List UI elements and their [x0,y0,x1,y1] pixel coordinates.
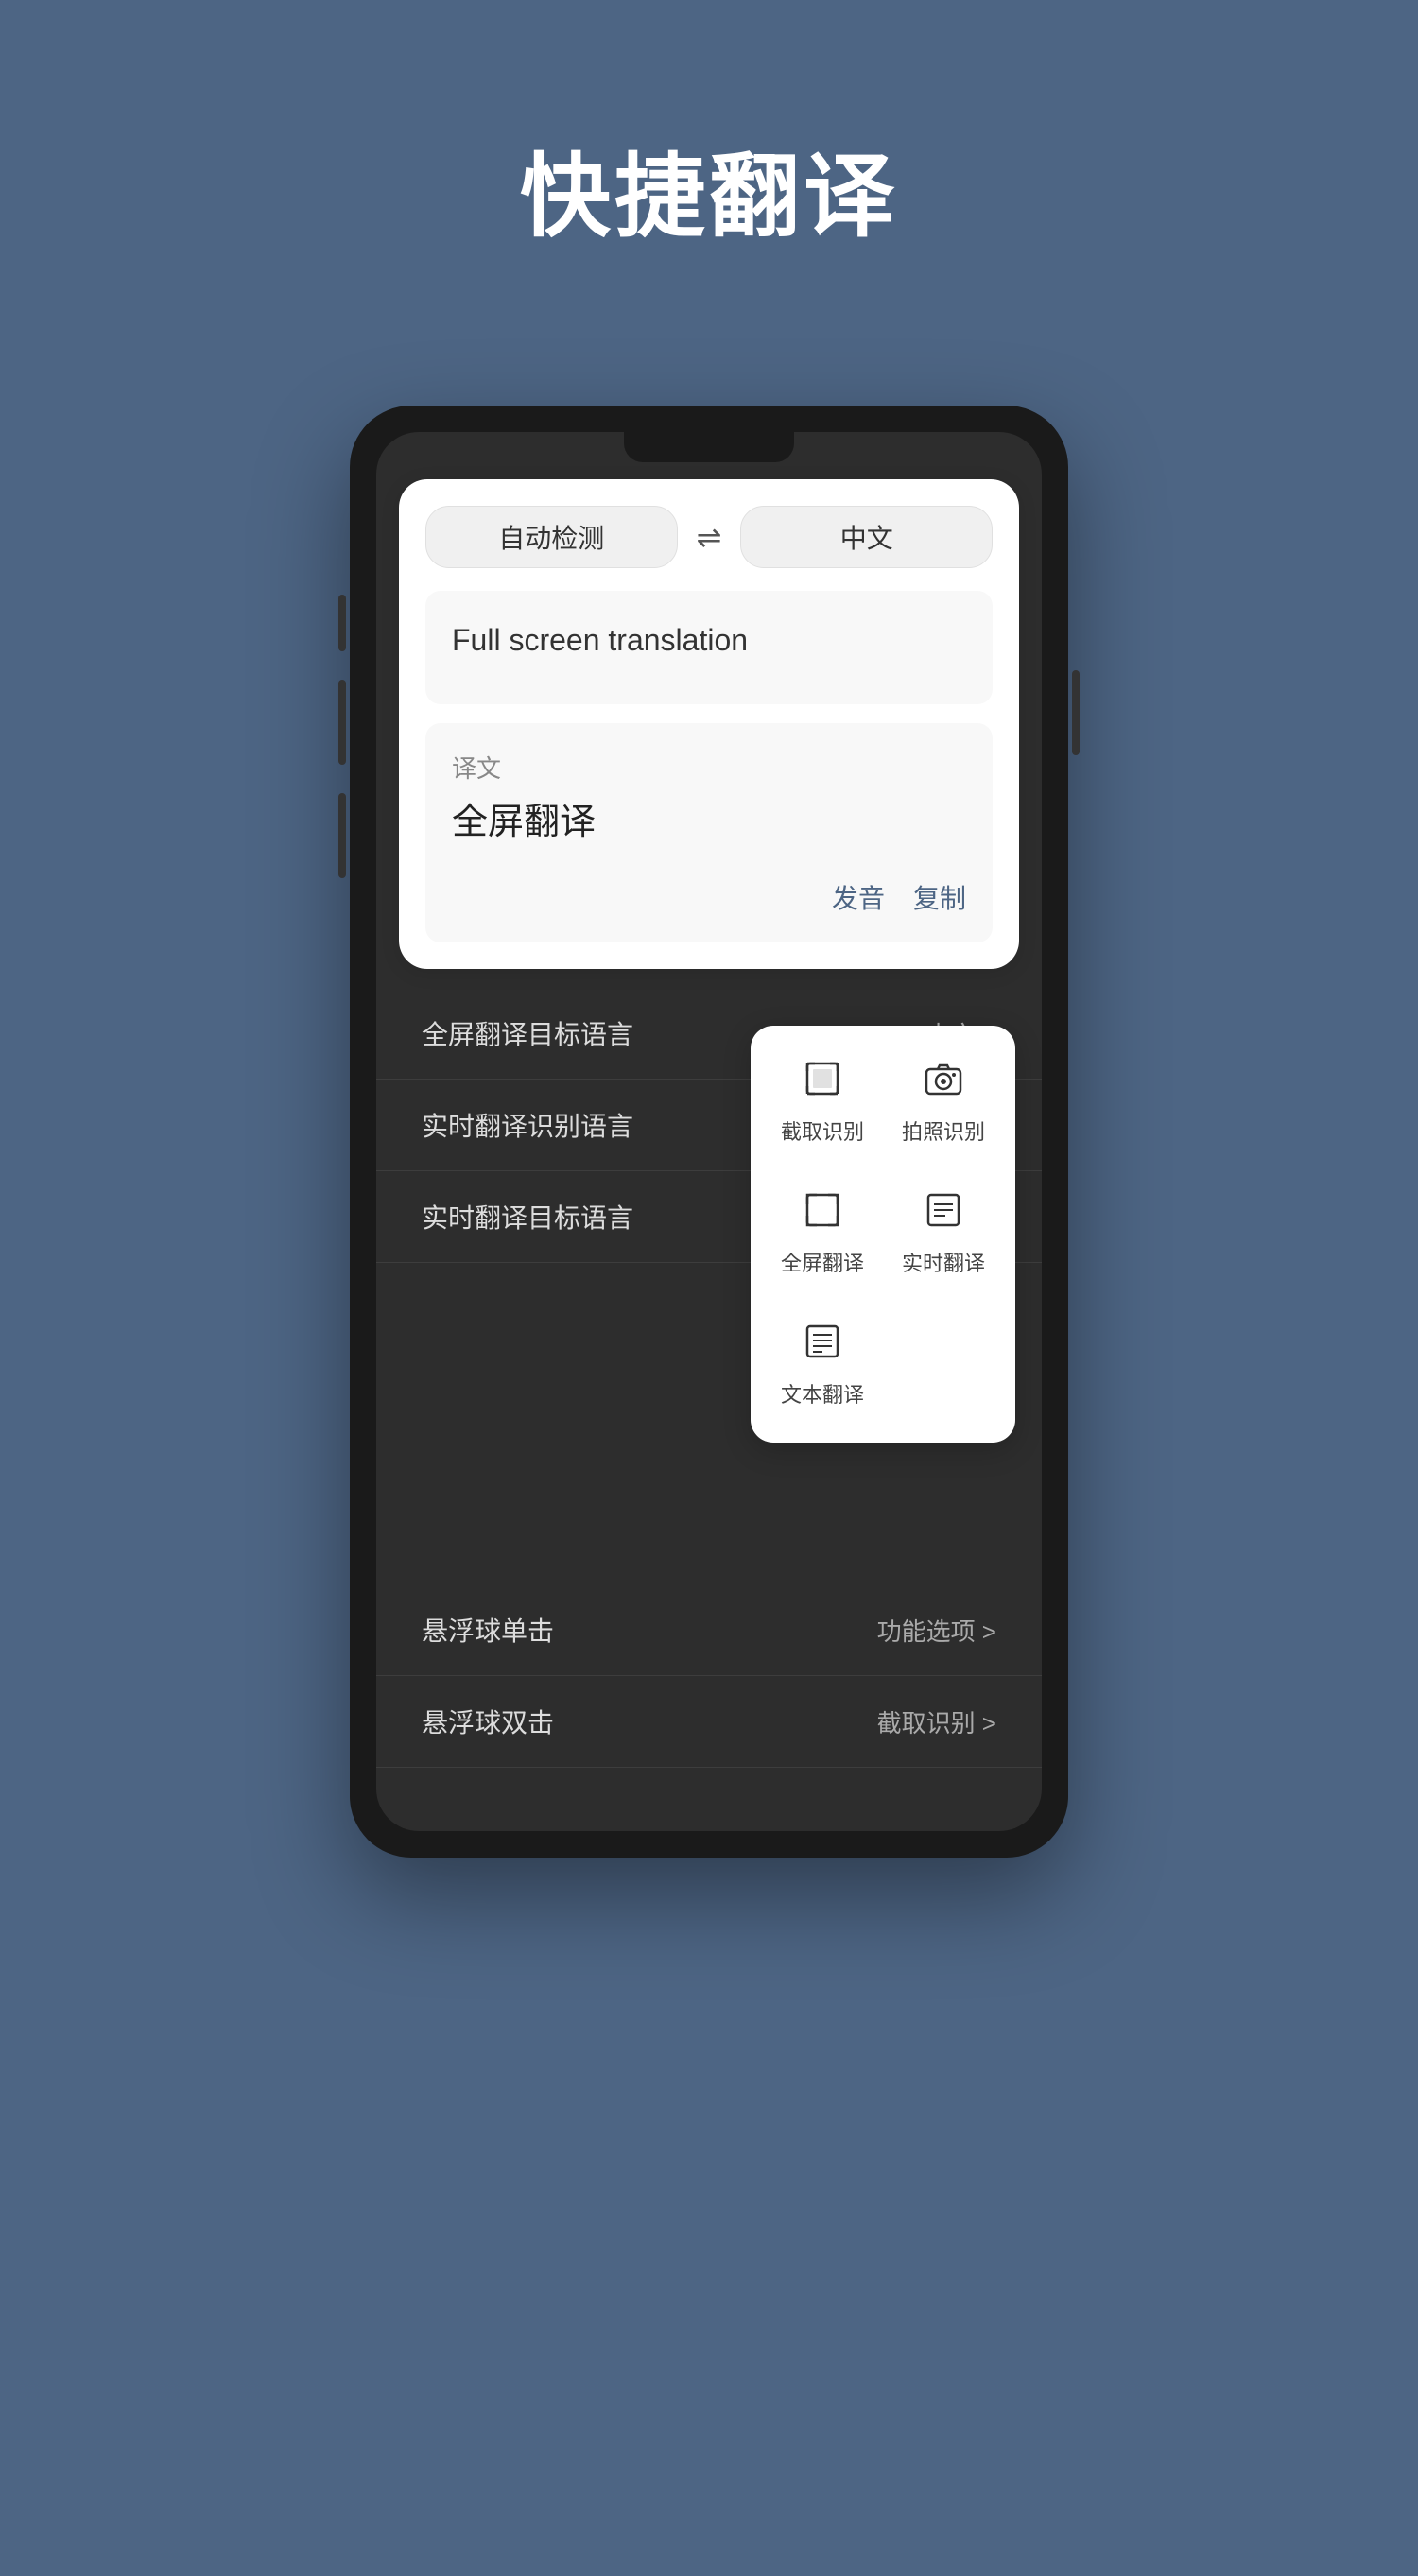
phone-notch [624,432,794,462]
quick-panel-grid: 截取识别 拍照识别 [770,1045,996,1424]
page-title: 快捷翻译 [520,123,898,254]
quick-item-fullscreen[interactable]: 全屏翻译 [770,1176,875,1292]
text-translate-icon [804,1323,841,1369]
quick-action-panel: 截取识别 拍照识别 [751,1026,1015,1443]
camera-icon [925,1060,962,1106]
copy-button[interactable]: 复制 [913,878,966,916]
realtime-label: 实时翻译 [902,1247,985,1277]
power-button [1072,670,1080,755]
volume-up-button [338,595,346,651]
result-label: 译文 [452,750,966,785]
input-text: Full screen translation [452,617,966,663]
photo-label: 拍照识别 [902,1115,985,1146]
setting-label-realtime-target: 实时翻译目标语言 [422,1198,633,1236]
volume-down-button [338,680,346,765]
phone-screen: 自动检测 ⇌ 中文 Full screen translation 译文 全屏翻… [376,432,1042,1831]
quick-item-text[interactable]: 文本翻译 [770,1307,875,1424]
result-text: 全屏翻译 [452,796,966,850]
text-translate-label: 文本翻译 [781,1378,864,1409]
translation-card: 自动检测 ⇌ 中文 Full screen translation 译文 全屏翻… [399,479,1019,969]
quick-item-photo[interactable]: 拍照识别 [891,1045,996,1161]
fullscreen-icon [804,1191,841,1237]
setting-row-ball-single[interactable]: 悬浮球单击 功能选项 > [376,1584,1042,1676]
setting-value-ball-single: 功能选项 > [877,1613,996,1648]
capture-label: 截取识别 [781,1115,864,1146]
capture-icon [804,1060,841,1106]
target-language-button[interactable]: 中文 [740,506,993,568]
source-language-button[interactable]: 自动检测 [425,506,678,568]
quick-item-realtime[interactable]: 实时翻译 [891,1176,996,1292]
pronounce-button[interactable]: 发音 [832,878,885,916]
quick-item-capture[interactable]: 截取识别 [770,1045,875,1161]
setting-value-ball-double: 截取识别 > [877,1704,996,1739]
setting-label-ball-single: 悬浮球单击 [422,1611,554,1649]
realtime-icon [925,1191,962,1237]
setting-label-fullscreen-target: 全屏翻译目标语言 [422,1014,633,1052]
language-selector: 自动检测 ⇌ 中文 [425,506,993,568]
settings-area: 全屏翻译目标语言 中文 > 实时翻译识别语言 实时翻译目标语言 [376,969,1042,1787]
setting-label-realtime-source: 实时翻译识别语言 [422,1106,633,1144]
setting-row-ball-double[interactable]: 悬浮球双击 截取识别 > [376,1676,1042,1768]
setting-label-ball-double: 悬浮球双击 [422,1703,554,1740]
swap-languages-icon[interactable]: ⇌ [697,519,722,555]
input-area[interactable]: Full screen translation [425,591,993,704]
translation-result: 译文 全屏翻译 发音 复制 [425,723,993,942]
phone-mockup: 自动检测 ⇌ 中文 Full screen translation 译文 全屏翻… [350,406,1068,1858]
fullscreen-label: 全屏翻译 [781,1247,864,1277]
silent-button [338,793,346,878]
result-actions: 发音 复制 [452,878,966,916]
